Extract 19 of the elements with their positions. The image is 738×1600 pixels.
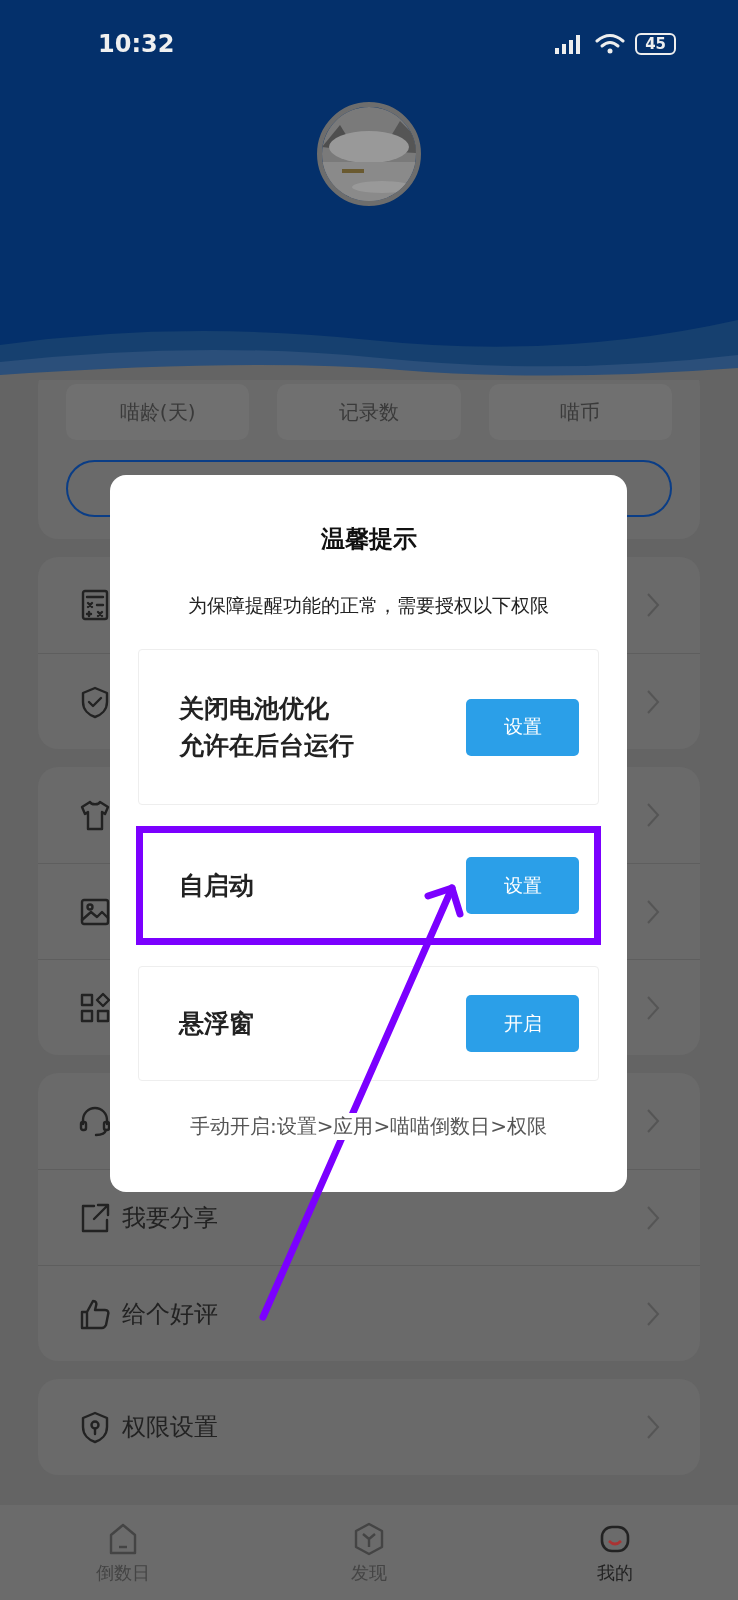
permission-button[interactable]: 设置 [466,857,579,914]
tab[interactable]: 我的 [492,1505,738,1600]
wifi-icon [595,33,626,55]
dialog-message: 为保障提醒功能的正常，需要授权以下权限 [188,593,549,618]
status-time: 10:32 [98,30,175,58]
dialog-title: 温馨提示 [320,524,417,555]
permission-label: 悬浮窗 [179,1007,254,1040]
headset-icon [78,1104,112,1138]
grid-icon [78,990,112,1025]
dialog-footer: 手动开启:设置>应用>喵喵倒数日>权限 [188,1113,549,1140]
battery-level: 45 [635,33,676,55]
menu-item[interactable]: 我要分享 [122,1201,218,1234]
shirt-icon [78,798,112,832]
menu-item[interactable]: 给个好评 [122,1297,218,1330]
menu-item[interactable]: 权限设置 [122,1411,218,1443]
permission-button[interactable]: 设置 [466,698,579,756]
permission-label: 自启动 [179,869,254,902]
permission-button[interactable]: 开启 [466,995,579,1052]
permission-label: 关闭电池优化 允许在后台运行 [179,692,354,762]
